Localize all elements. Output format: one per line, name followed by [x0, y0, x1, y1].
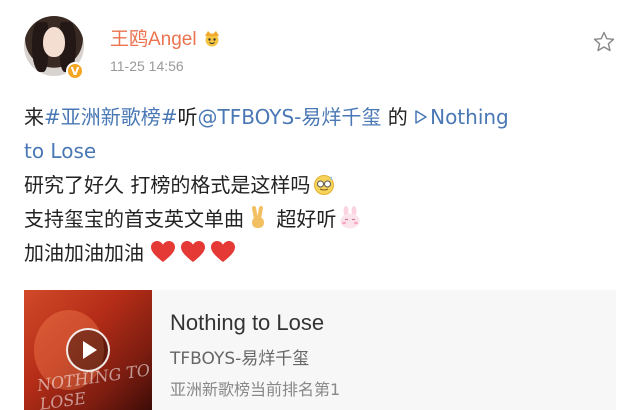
- post-line-3: 支持玺宝的首支英文单曲 超好听: [24, 202, 614, 236]
- post-timestamp: 11-25 14:56: [110, 58, 184, 74]
- username[interactable]: 王鸥Angel: [110, 24, 223, 51]
- heart-emoji-icon: [211, 241, 236, 262]
- play-triangle-icon: [415, 110, 427, 124]
- username-text[interactable]: 王鸥Angel: [110, 29, 197, 50]
- bunny-emoji-icon: [340, 206, 360, 229]
- music-card[interactable]: NOTHING TO LOSE Nothing to Lose TFBOYS-易…: [24, 290, 616, 410]
- song-link[interactable]: Nothing: [414, 105, 509, 129]
- play-button[interactable]: [66, 328, 110, 372]
- post-line-4: 加油加油加油: [24, 236, 614, 270]
- heart-emoji-icon: [181, 241, 206, 262]
- song-link-text-2[interactable]: to Lose: [24, 139, 96, 163]
- hearts-row: [150, 241, 240, 265]
- post-text-de: 的: [381, 105, 408, 129]
- star-icon[interactable]: [592, 30, 616, 54]
- song-link-text-1[interactable]: Nothing: [430, 105, 509, 129]
- sweat-smile-emoji-icon: [314, 175, 335, 195]
- post-text-line2: 研究了好久 打榜的格式是这样吗: [24, 173, 311, 197]
- hashtag-link[interactable]: #亚洲新歌榜#: [44, 105, 178, 129]
- post-text-line4: 加油加油加油: [24, 241, 144, 265]
- post-line-2: 研究了好久 打榜的格式是这样吗: [24, 168, 614, 202]
- mention-link[interactable]: @TFBOYS-易烊千玺: [198, 105, 382, 129]
- post-text-prefix: 来: [24, 105, 44, 129]
- post-line-1b: to Lose: [24, 134, 614, 168]
- post-line-1: 来#亚洲新歌榜#听@TFBOYS-易烊千玺 的 Nothing: [24, 100, 614, 134]
- crown-icon: [204, 31, 219, 47]
- victory-hand-emoji-icon: [252, 206, 264, 228]
- post-text-line3-mid: 超好听: [270, 207, 337, 231]
- card-rank: 亚洲新歌榜当前排名第1: [170, 380, 341, 399]
- card-artist: TFBOYS-易烊千玺: [170, 349, 310, 369]
- post-text-listen: 听: [177, 105, 198, 129]
- heart-emoji-icon: [151, 241, 176, 262]
- album-cover[interactable]: NOTHING TO LOSE: [24, 290, 152, 410]
- post-text-line3: 支持玺宝的首支英文单曲: [24, 207, 244, 231]
- play-icon: [83, 341, 97, 359]
- card-title[interactable]: Nothing to Lose: [170, 310, 324, 336]
- post-body: 来#亚洲新歌榜#听@TFBOYS-易烊千玺 的 Nothing to Lose …: [24, 100, 614, 270]
- verified-badge: V: [66, 62, 84, 80]
